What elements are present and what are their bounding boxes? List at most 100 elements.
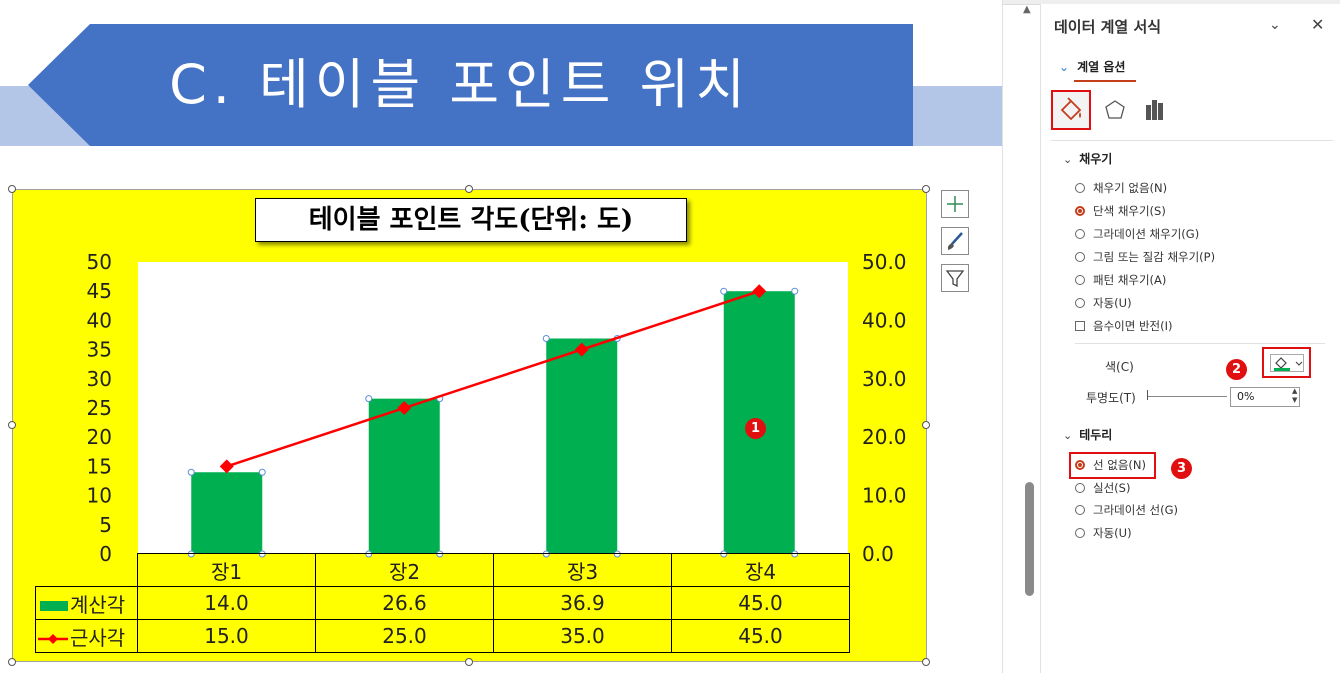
border-option-none[interactable]: 선 없음(N) [1075,456,1146,474]
left-axis-tick-label: 40 [87,308,112,332]
bar-selection-handle[interactable] [258,468,266,476]
transparency-slider[interactable] [1147,396,1227,397]
data-value-cell: 25.0 [315,619,494,653]
chart-filters-button[interactable] [941,264,969,292]
radio-button[interactable] [1075,527,1085,538]
fill-section-header[interactable]: ⌄ 채우기 [1063,150,1112,167]
fill-line-tab[interactable] [1051,90,1091,130]
line-legend-key [38,634,68,644]
data-value-cell: 14.0 [137,586,316,620]
left-axis-tick-label: 30 [87,367,112,391]
resize-handle[interactable] [8,421,16,429]
chevron-down-icon: ⌄ [1063,153,1073,166]
resize-handle[interactable] [922,421,930,429]
fill-option-picture[interactable]: 그림 또는 질감 채우기(P) [1075,248,1215,266]
chevron-down-icon: ⌄ [1059,60,1070,74]
option-label: 그림 또는 질감 채우기(P) [1093,250,1216,264]
option-label: 자동(U) [1093,296,1132,310]
border-section-header[interactable]: ⌄ 테두리 [1063,426,1112,443]
transparency-label: 투명도(T) [1086,391,1136,405]
color-swatch-frame [1270,354,1304,372]
bar-selection-handle[interactable] [791,287,799,295]
left-axis-tick-label: 10 [87,484,112,508]
option-label: 음수이면 반전(I) [1093,319,1173,333]
option-label: 그라데이션 채우기(G) [1093,227,1200,241]
bar-selection-handle[interactable] [720,287,728,295]
close-icon[interactable]: ✕ [1311,15,1324,34]
option-label: 그라데이션 선(G) [1093,503,1179,517]
left-axis-tick-label: 45 [87,279,112,303]
resize-handle[interactable] [8,658,16,666]
resize-handle[interactable] [465,185,473,193]
radio-button[interactable] [1075,182,1085,193]
chart-title[interactable]: 테이블 포인트 각도(단위: 도) [255,198,687,242]
fill-option-none[interactable]: 채우기 없음(N) [1075,179,1167,197]
option-label: 패턴 채우기(A) [1093,273,1167,287]
chart-elements-button[interactable] [941,190,969,218]
data-value-cell: 26.6 [315,586,494,620]
data-value-cell: 45.0 [671,619,850,653]
color-label: 색(C) [1105,360,1134,374]
paint-bucket-icon [1274,357,1303,371]
left-axis-tick-label: 35 [87,338,112,362]
category-label: 장1 [137,553,316,587]
table-corner [36,554,138,587]
resize-handle[interactable] [922,658,930,666]
fill-option-auto[interactable]: 자동(U) [1075,294,1132,312]
radio-button[interactable] [1075,251,1085,262]
border-option-solid[interactable]: 실선(S) [1075,479,1130,497]
category-label: 장2 [315,553,494,587]
fill-option-gradient[interactable]: 그라데이션 채우기(G) [1075,225,1199,243]
vertical-scrollbar-thumb[interactable] [1025,482,1034,596]
right-axis-tick-label: 40.0 [862,308,907,332]
pane-options-chevron-icon[interactable]: ⌄ [1269,17,1281,33]
border-heading-label: 테두리 [1079,428,1113,442]
resize-handle[interactable] [8,185,16,193]
invert-if-negative-option[interactable]: 음수이면 반전(I) [1075,317,1173,335]
spinner-arrows-icon[interactable]: ▲ ▼ [1292,387,1297,405]
fill-heading-label: 채우기 [1079,152,1113,166]
fill-color-picker-button[interactable] [1262,347,1311,378]
data-value-cell: 15.0 [137,619,316,653]
fill-option-solid[interactable]: 단색 채우기(S) [1075,202,1166,220]
bar[interactable] [546,338,618,554]
radio-button[interactable] [1075,297,1085,308]
fill-option-pattern[interactable]: 패턴 채우기(A) [1075,271,1166,289]
category-label: 장3 [493,553,672,587]
table-row: 근사각 15.0 25.0 35.0 45.0 [35,619,850,653]
effects-tab[interactable] [1101,90,1141,130]
series-options-tab[interactable]: ⌄ 계열 옵션 [1059,58,1125,75]
option-label: 선 없음(N) [1093,458,1146,472]
radio-button-selected[interactable] [1075,205,1085,216]
bar-selection-handle[interactable] [365,395,373,403]
bar[interactable] [191,472,263,554]
border-option-auto[interactable]: 자동(U) [1075,524,1132,542]
resize-handle[interactable] [922,185,930,193]
bar-chart-icon [1146,100,1163,120]
border-option-gradient[interactable]: 그라데이션 선(G) [1075,501,1178,519]
bar-selection-handle[interactable] [542,335,550,343]
divider [1075,343,1325,344]
chart-data-table: 장1 장2 장3 장4 계산각 14.0 26.6 36.9 45.0 근사각 … [35,553,850,653]
transparency-input[interactable]: 0% [1230,387,1300,407]
radio-button[interactable] [1075,482,1085,493]
plus-icon [947,196,963,212]
tab-underline [1074,80,1136,82]
radio-button-selected[interactable] [1075,459,1085,470]
right-axis-tick-label: 50.0 [862,250,907,274]
data-value-cell: 35.0 [493,619,672,653]
bar-selection-handle[interactable] [187,468,195,476]
category-label: 장4 [671,553,850,587]
resize-handle[interactable] [465,658,473,666]
checkbox[interactable] [1075,320,1085,331]
radio-button[interactable] [1075,274,1085,285]
radio-button[interactable] [1075,504,1085,515]
radio-button[interactable] [1075,228,1085,239]
left-axis-tick-label: 5 [99,513,112,537]
transparency-slider-knob[interactable] [1147,390,1148,400]
series-options-icon-tab[interactable] [1143,90,1183,130]
bar[interactable] [368,398,440,554]
chart-styles-button[interactable] [941,227,969,255]
scroll-up-arrow[interactable]: ▲ [1023,4,1031,15]
format-data-series-pane: 데이터 계열 서식 ⌄ ✕ ⌄ 계열 옵션 ⌄ 채우기 채우기 없음(N) 단색 채… [1040,4,1340,673]
